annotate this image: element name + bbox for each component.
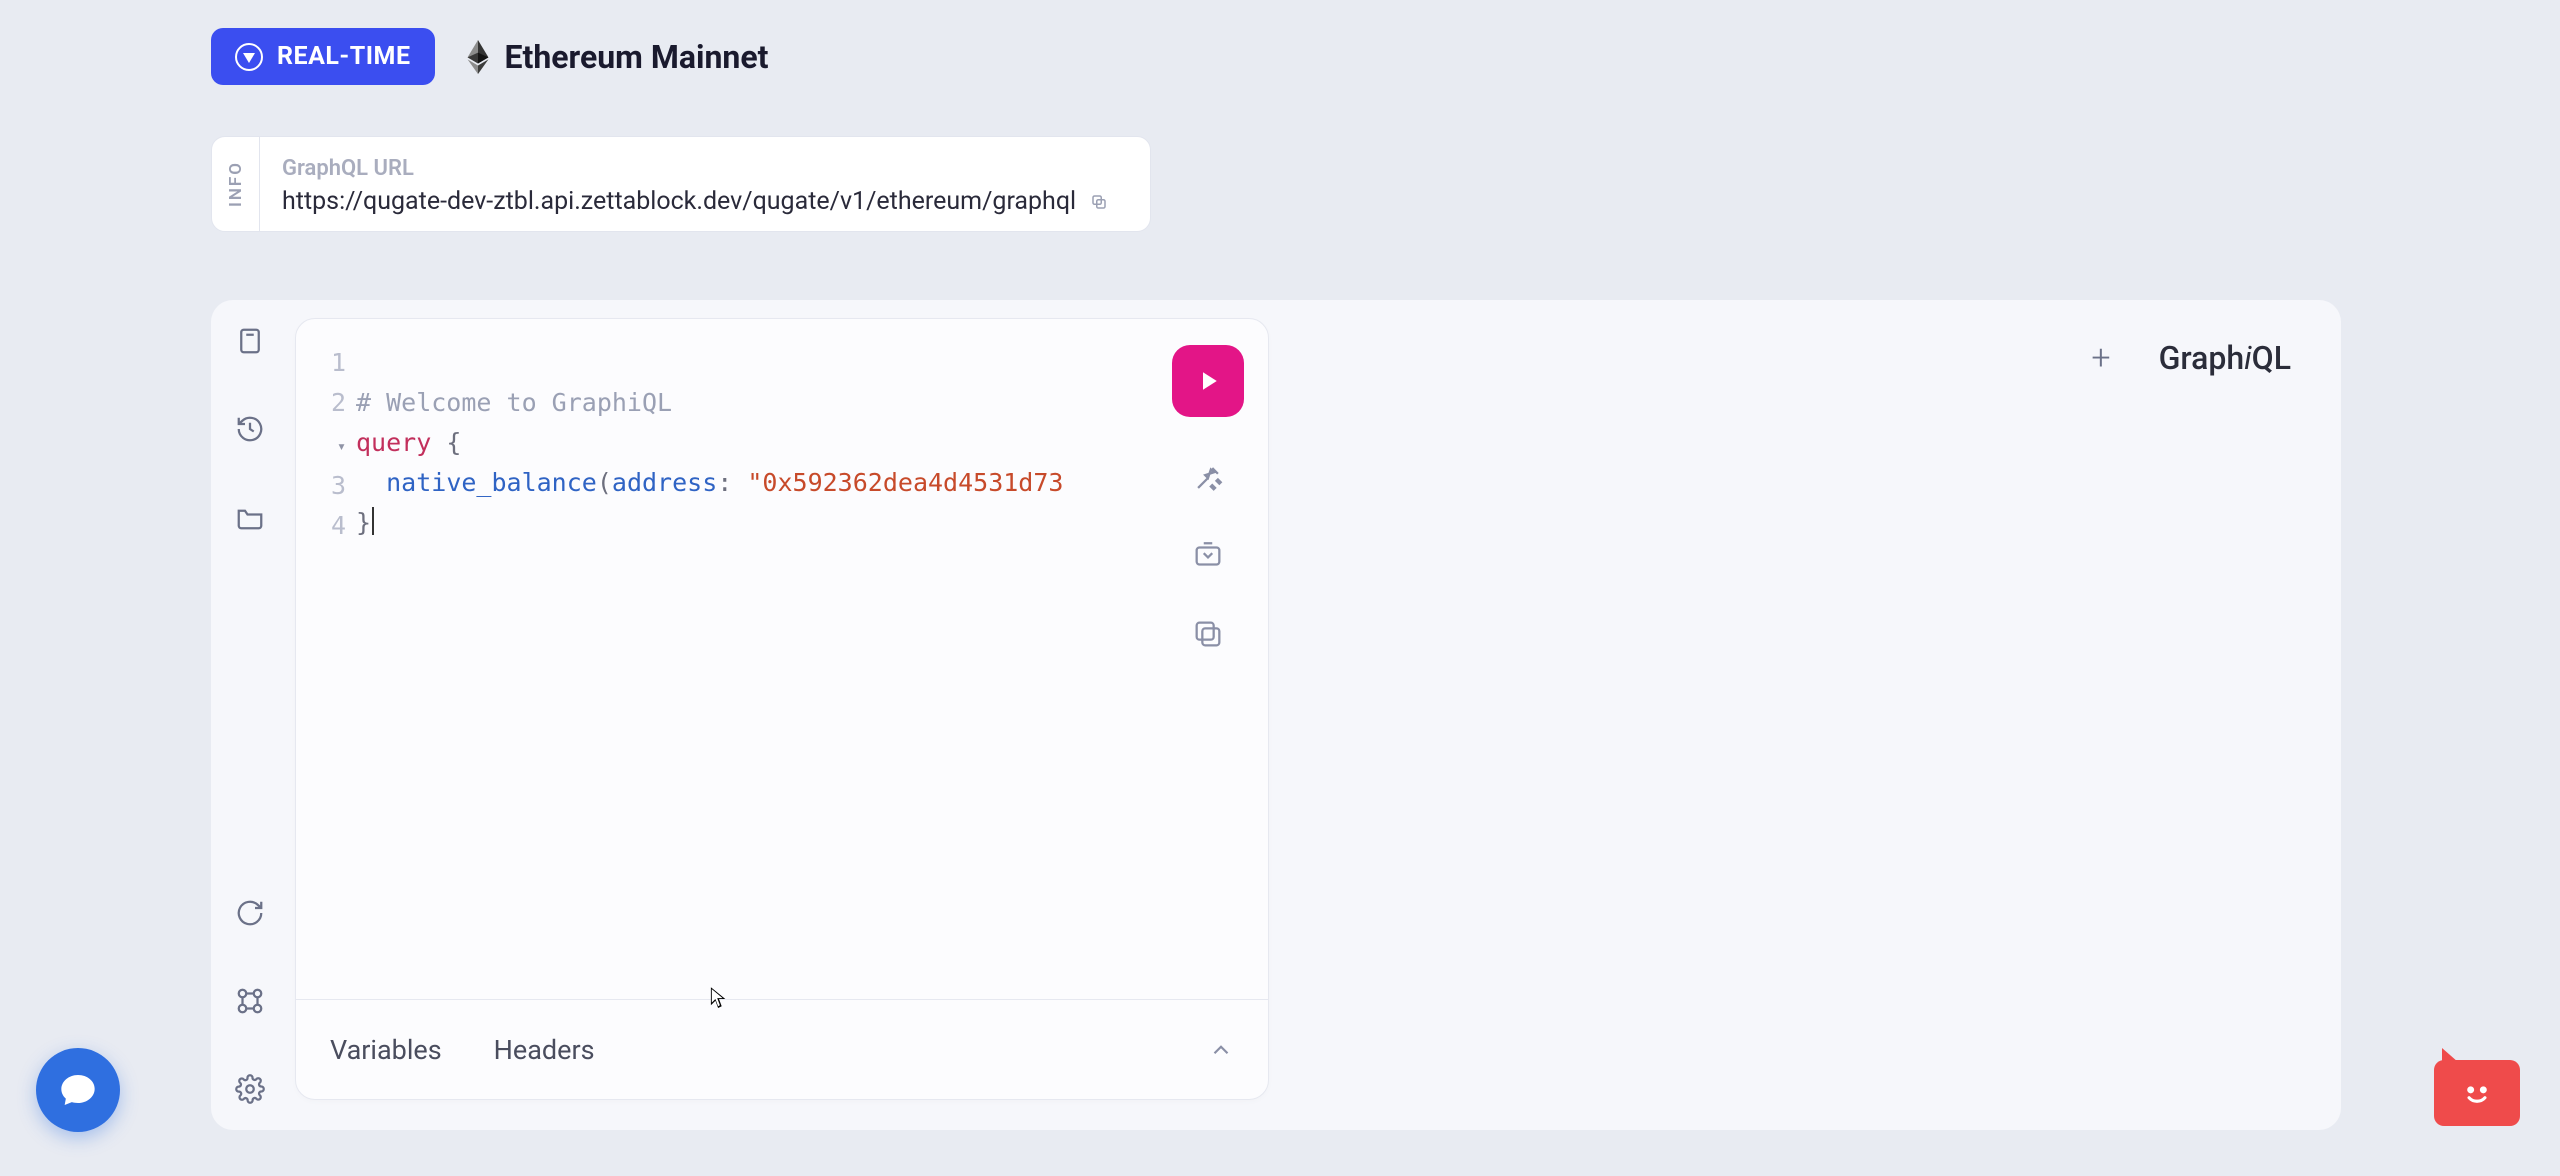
line-number: 4 [312,506,346,546]
add-tab-button[interactable]: + [2091,338,2110,378]
settings-icon[interactable] [235,1074,265,1104]
network-name: Ethereum Mainnet [505,38,769,76]
editor-bottom-tabs: Variables Headers [296,999,1268,1099]
top-bar: REAL-TIME Ethereum Mainnet [211,28,768,85]
url-value-row: https://qugate-dev-ztbl.api.zettablock.d… [282,187,1128,216]
line-number: 3 [312,466,346,506]
code-content[interactable]: # Welcome to GraphiQL query { native_bal… [356,343,1258,989]
chevron-up-icon[interactable] [1208,1037,1234,1063]
chat-icon [58,1070,98,1110]
copy-icon[interactable] [1090,193,1108,211]
run-query-button[interactable] [1172,345,1244,417]
text-cursor [372,507,374,535]
docs-icon[interactable] [235,326,265,356]
main-panel: 1 2 ▾ 3 4 # Welcome to GraphiQL query { … [211,300,2341,1130]
refresh-icon[interactable] [235,898,265,928]
url-label: GraphQL URL [282,156,1128,181]
graphiql-brand-row: + GraphiQL [2091,338,2291,378]
url-value[interactable]: https://qugate-dev-ztbl.api.zettablock.d… [282,187,1076,216]
network-selector[interactable]: Ethereum Mainnet [467,38,769,76]
line-number-row: 2 ▾ [312,383,346,466]
result-pane: + GraphiQL [1269,300,2341,1130]
query-editor[interactable]: 1 2 ▾ 3 4 # Welcome to GraphiQL query { … [296,319,1268,999]
realtime-label: REAL-TIME [277,42,411,71]
prettify-icon[interactable] [1191,461,1225,495]
feedback-fab[interactable] [2434,1060,2520,1126]
graphiql-logo: GraphiQL [2159,339,2291,377]
realtime-badge[interactable]: REAL-TIME [211,28,435,85]
tab-variables[interactable]: Variables [330,1034,442,1066]
url-info-label: INFO [226,161,246,207]
editor-toolbar [1172,345,1244,651]
graphiql-sidebar [211,300,289,1130]
query-editor-card: 1 2 ▾ 3 4 # Welcome to GraphiQL query { … [295,318,1269,1100]
ethereum-icon [467,40,489,74]
explorer-icon[interactable] [235,502,265,532]
smiley-icon [2458,1074,2496,1112]
tab-headers[interactable]: Headers [494,1034,595,1066]
fold-icon[interactable]: ▾ [334,426,346,466]
chat-fab[interactable] [36,1048,120,1132]
line-gutter: 1 2 ▾ 3 4 [312,343,356,989]
stopwatch-icon [235,43,263,71]
url-info-tab: INFO [212,137,260,231]
shortcuts-icon[interactable] [235,986,265,1016]
graphql-url-card: INFO GraphQL URL https://qugate-dev-ztbl… [211,136,1151,232]
copy-query-icon[interactable] [1191,617,1225,651]
history-icon[interactable] [235,414,265,444]
merge-icon[interactable] [1191,539,1225,573]
line-number: 1 [312,343,346,383]
url-body: GraphQL URL https://qugate-dev-ztbl.api.… [260,137,1150,231]
